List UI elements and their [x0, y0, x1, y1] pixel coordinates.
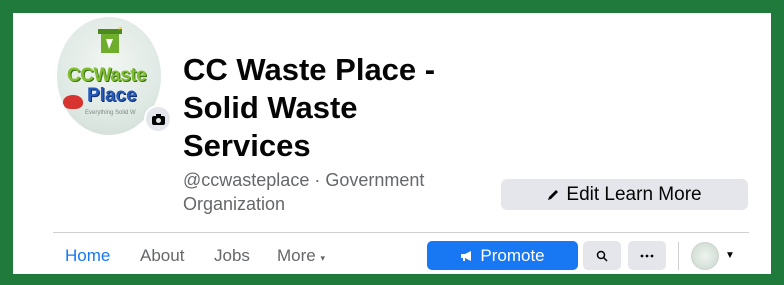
divider	[53, 232, 749, 233]
tab-home[interactable]: Home	[65, 246, 110, 266]
more-options-button[interactable]	[628, 241, 666, 270]
caret-down-icon: ▾	[320, 253, 325, 263]
logo-tagline: Everything Solid W	[85, 110, 136, 116]
update-profile-picture-button[interactable]	[144, 105, 172, 133]
page-title: CC Waste Place - Solid Waste Services	[183, 52, 436, 163]
page-handle-and-category: @ccwasteplace · Government Organization	[183, 170, 425, 214]
profile-switcher[interactable]: ▼	[691, 241, 751, 270]
camera-icon	[151, 113, 165, 125]
tab-jobs[interactable]: Jobs	[214, 246, 250, 266]
tab-more-label: More	[277, 246, 316, 265]
logo-text-line1: CCWaste	[67, 65, 147, 86]
edit-learn-more-label: Edit Learn More	[566, 183, 702, 205]
megaphone-icon	[461, 250, 472, 261]
logo-text-line2: Place	[87, 85, 137, 106]
search-button[interactable]	[583, 241, 621, 270]
ellipsis-icon	[640, 254, 654, 257]
tab-more[interactable]: More ▾	[277, 246, 325, 266]
page-nav-bar: Home About Jobs More ▾ Promote ▼	[53, 238, 753, 274]
search-icon	[596, 250, 608, 262]
page-header-card: CCWaste Place Everything Solid W CC Wast…	[13, 13, 771, 274]
tab-about[interactable]: About	[140, 246, 184, 266]
recycle-bin-logo-icon	[98, 27, 124, 53]
logo-badge	[63, 95, 83, 109]
caret-down-icon: ▼	[725, 250, 735, 261]
promote-button[interactable]: Promote	[427, 241, 578, 270]
pencil-icon	[548, 190, 559, 200]
avatar	[691, 241, 719, 270]
promote-label: Promote	[480, 245, 545, 265]
edit-learn-more-button[interactable]: Edit Learn More	[501, 179, 748, 210]
nav-separator	[678, 242, 679, 270]
